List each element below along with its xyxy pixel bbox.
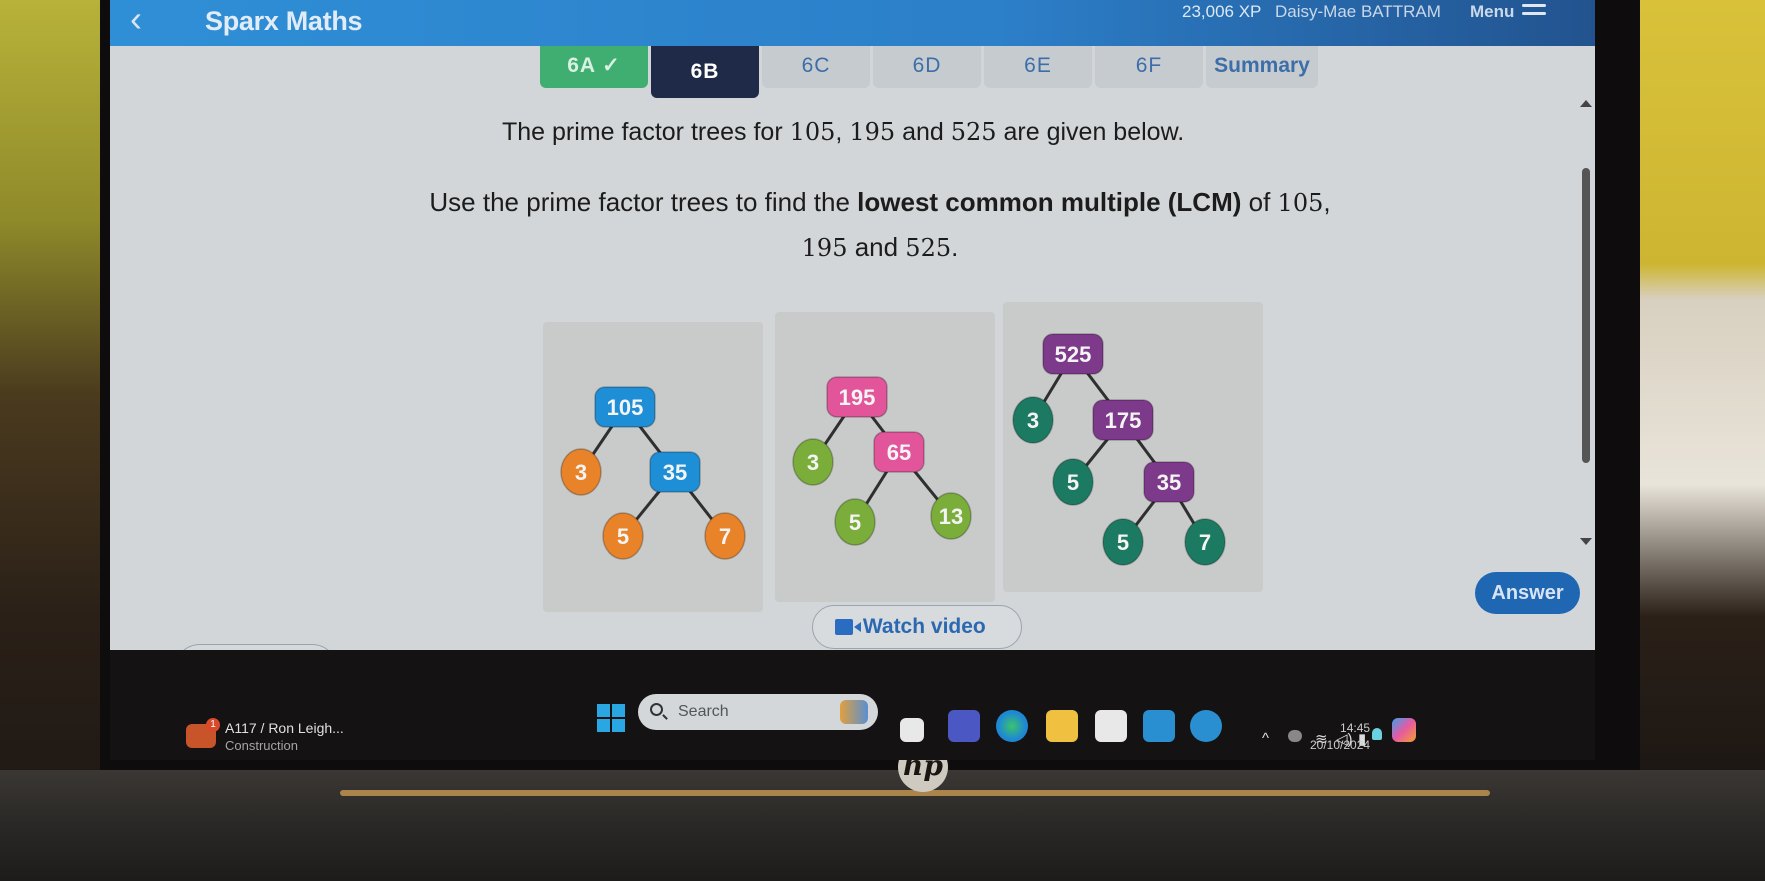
prime-factor-node: 7 [1184, 518, 1226, 566]
notification-bell-icon[interactable] [1372, 728, 1382, 740]
windows-start-icon[interactable] [597, 704, 625, 732]
widget-subtitle: Construction [225, 738, 298, 753]
composite-node: 105 [594, 386, 656, 428]
mdp-app-icon[interactable] [1143, 710, 1175, 742]
prime-factor-node: 5 [1052, 458, 1094, 506]
show-hidden-icons-chevron-icon[interactable]: ^ [1262, 730, 1269, 747]
composite-node: 35 [649, 451, 701, 493]
factor-tree-195: 195 3 65 5 13 [775, 312, 995, 602]
browser-screen: ‹ Sparx Maths 23,006 XP Daisy-Mae BATTRA… [110, 0, 1595, 690]
app-title: Sparx Maths [205, 6, 363, 36]
node-value: 175 [1105, 408, 1142, 433]
prime-factor-node: 5 [834, 498, 876, 546]
node-value: 5 [617, 524, 629, 549]
xp-counter: 23,006 XP [1182, 2, 1262, 21]
app-header: ‹ Sparx Maths 23,006 XP Daisy-Mae BATTRA… [110, 0, 1595, 46]
node-value: 3 [575, 460, 587, 485]
file-explorer-icon[interactable] [1046, 710, 1078, 742]
check-icon: ✓ [602, 54, 621, 77]
composite-node: 175 [1092, 399, 1154, 441]
node-value: 35 [1157, 470, 1181, 495]
node-value: 35 [663, 460, 687, 485]
widget-badge: 1 [206, 718, 220, 732]
factor-tree-525: 525 3 175 5 35 5 7 [1003, 302, 1263, 592]
menu-button[interactable]: Menu [1470, 2, 1514, 22]
edge-icon[interactable] [996, 710, 1028, 742]
factor-tree-105: 105 3 35 5 7 [543, 322, 763, 612]
onedrive-icon[interactable] [1288, 730, 1302, 742]
answer-button[interactable]: Answer [1475, 572, 1580, 614]
tab-6c[interactable]: 6C [762, 46, 870, 88]
node-value: 7 [1199, 530, 1211, 555]
prime-factor-node: 5 [1102, 518, 1144, 566]
node-value: 5 [849, 510, 861, 535]
copilot-icon[interactable] [1392, 718, 1416, 742]
background-wall-left [0, 0, 110, 881]
prime-factor-node: 5 [602, 512, 644, 560]
node-value: 105 [607, 395, 644, 420]
background-wall-right [1630, 0, 1765, 881]
store-icon[interactable] [1095, 710, 1127, 742]
tab-6f[interactable]: 6F [1095, 46, 1203, 88]
laptop-keyboard [0, 770, 1765, 881]
lcm-emphasis: lowest common multiple (LCM) [857, 187, 1242, 217]
node-value: 13 [939, 504, 963, 529]
widget-title[interactable]: A117 / Ron Leigh... [225, 720, 344, 736]
prime-factor-node: 3 [792, 438, 834, 486]
help-icon[interactable] [1190, 710, 1222, 742]
tab-summary[interactable]: Summary [1206, 46, 1318, 88]
scrollbar-thumb[interactable] [1582, 168, 1590, 463]
system-clock[interactable]: 14:45 20/10/2024 [1310, 720, 1370, 754]
tree-105-svg: 105 3 35 5 7 [560, 386, 746, 560]
task-tabs: 6A ✓ 6B 6C 6D 6E 6F Summary [540, 46, 1318, 98]
node-value: 525 [1055, 342, 1092, 367]
windows-taskbar: 1 A117 / Ron Leigh... Construction Searc… [110, 650, 1595, 760]
question-line-2: Use the prime factor trees to find the l… [429, 187, 1331, 262]
video-camera-icon [835, 619, 861, 635]
taskbar-search[interactable]: Search [638, 694, 878, 730]
composite-node: 525 [1042, 333, 1104, 375]
composite-node: 35 [1143, 461, 1195, 503]
tab-6a[interactable]: 6A ✓ [540, 46, 648, 88]
scroll-down-arrow[interactable] [1580, 538, 1592, 545]
node-value: 5 [1067, 470, 1079, 495]
prime-factor-node: 3 [1012, 396, 1054, 444]
node-value: 195 [839, 385, 876, 410]
node-value: 3 [1027, 408, 1039, 433]
node-value: 5 [1117, 530, 1129, 555]
user-name: Daisy-Mae BATTRAM [1275, 2, 1441, 21]
question-line-1: The prime factor trees for 105, 195 and … [502, 118, 1185, 146]
scroll-up-arrow[interactable] [1580, 100, 1592, 107]
tab-6d[interactable]: 6D [873, 46, 981, 88]
back-chevron-icon[interactable]: ‹ [130, 1, 166, 40]
search-icon [650, 703, 663, 716]
prime-factor-node: 3 [560, 448, 602, 496]
hamburger-icon[interactable] [1522, 4, 1546, 22]
node-value: 3 [807, 450, 819, 475]
search-highlight-icon [840, 700, 868, 724]
tree-525-svg: 525 3 175 5 35 5 7 [1012, 333, 1226, 566]
tree-195-svg: 195 3 65 5 13 [792, 376, 972, 546]
teams-icon[interactable] [948, 710, 980, 742]
prime-factor-node: 7 [704, 512, 746, 560]
tab-6b[interactable]: 6B [651, 46, 759, 98]
task-view-icon[interactable] [900, 718, 924, 742]
tab-6e[interactable]: 6E [984, 46, 1092, 88]
node-value: 65 [887, 440, 911, 465]
composite-node: 65 [873, 431, 925, 473]
watch-video-button[interactable]: Watch video [812, 605, 1022, 649]
composite-node: 195 [826, 376, 888, 418]
node-value: 7 [719, 524, 731, 549]
prime-factor-node: 13 [930, 492, 972, 540]
